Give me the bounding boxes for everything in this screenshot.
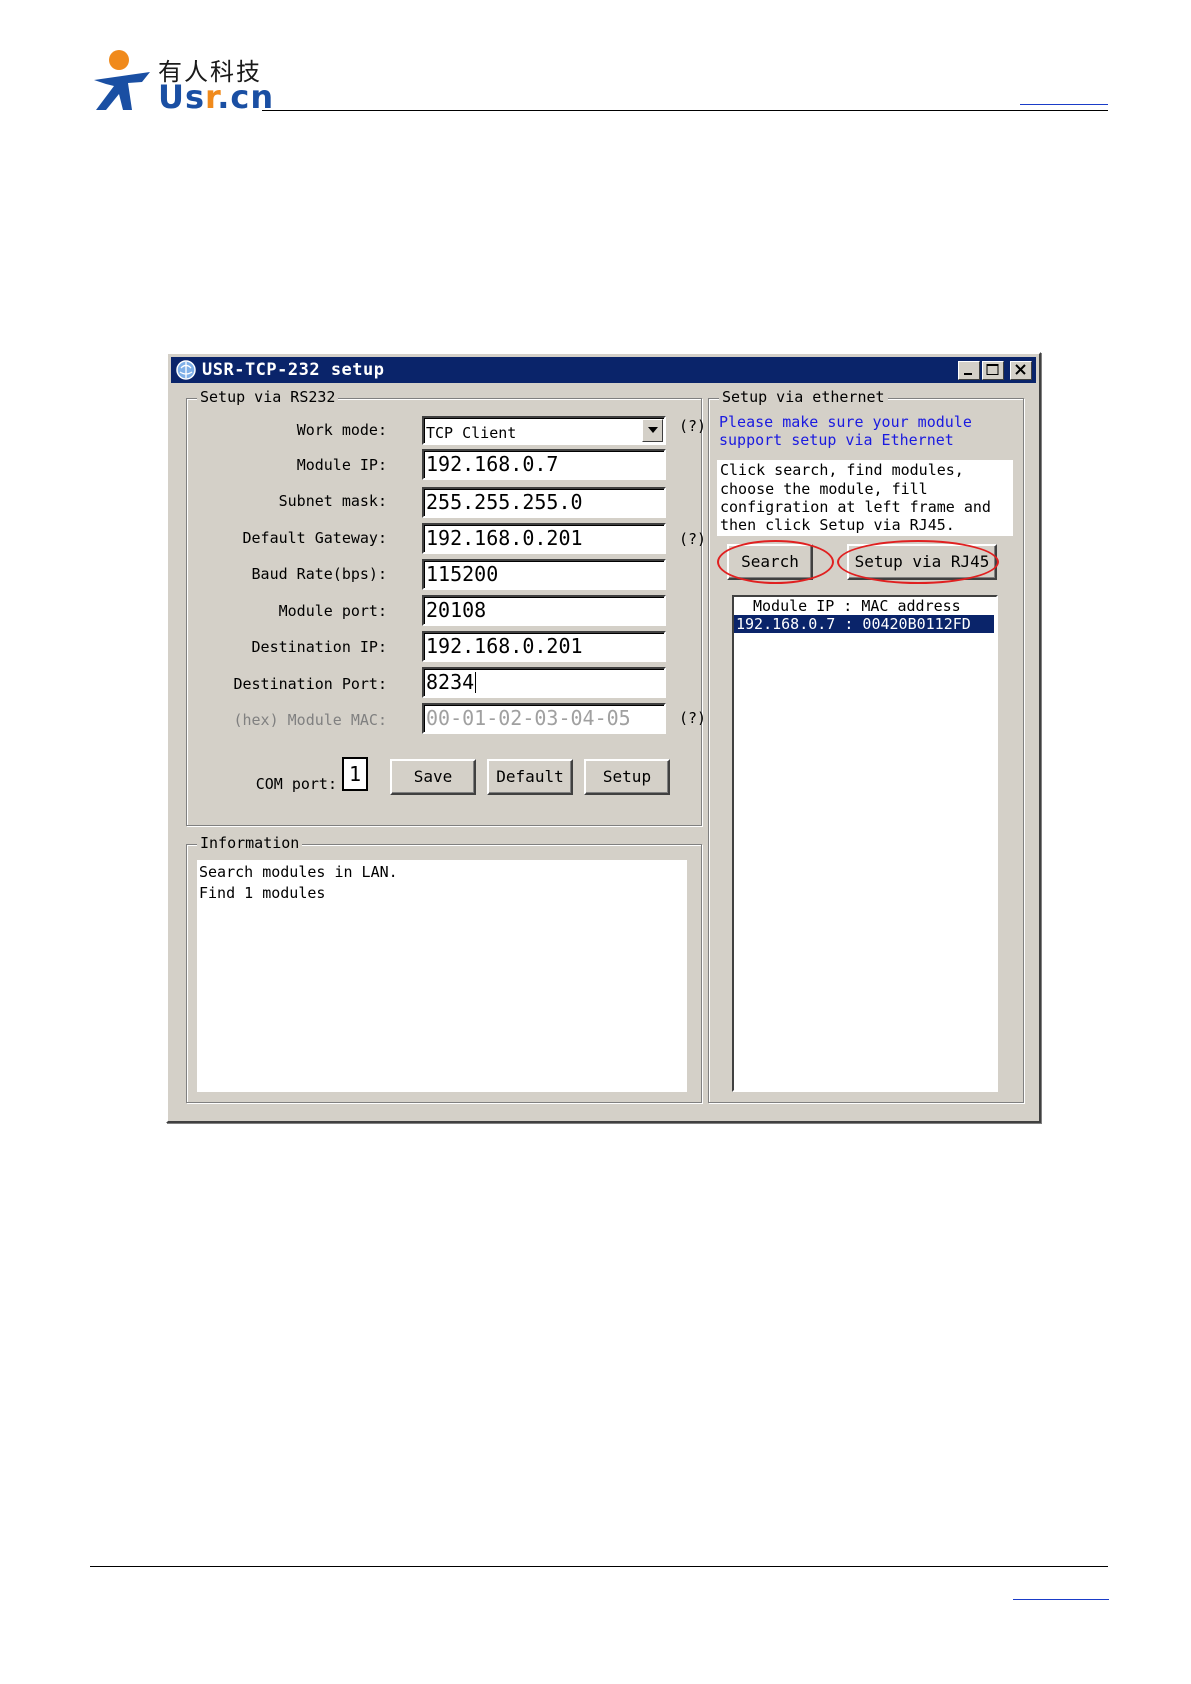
- mac-help[interactable]: (?): [679, 709, 706, 727]
- information-textarea[interactable]: Search modules in LAN. Find 1 modules: [197, 860, 687, 1092]
- information-group: Information Search modules in LAN. Find …: [186, 834, 702, 1103]
- default-gateway-field[interactable]: 192.168.0.201: [422, 523, 666, 554]
- module-list-row[interactable]: 192.168.0.7 : 00420B0112FD: [734, 615, 994, 633]
- maximize-icon: [986, 364, 999, 375]
- maximize-button[interactable]: [982, 361, 1004, 380]
- window-title: USR-TCP-232 setup: [202, 360, 385, 380]
- minimize-button[interactable]: [958, 361, 980, 380]
- ethernet-hint-line-2: choose the module, fill: [720, 480, 928, 498]
- setup-via-rj45-button[interactable]: Setup via RJ45: [847, 544, 997, 580]
- ethernet-group-label: Setup via ethernet: [719, 388, 888, 406]
- save-button[interactable]: Save: [390, 759, 476, 795]
- header-rule: [262, 110, 1108, 111]
- usr-logo-icon: [94, 50, 150, 110]
- module-ip-field[interactable]: 192.168.0.7: [422, 449, 666, 480]
- gateway-help[interactable]: (?): [679, 530, 706, 548]
- work-mode-select[interactable]: TCP Client: [422, 416, 666, 445]
- setup-button[interactable]: Setup: [584, 759, 670, 795]
- module-mac-field: 00-01-02-03-04-05: [422, 703, 666, 734]
- destination-ip-field[interactable]: 192.168.0.201: [422, 631, 666, 662]
- module-ip-label: Module IP:: [296, 456, 387, 474]
- baud-rate-field[interactable]: 115200: [422, 559, 666, 590]
- module-listbox[interactable]: Module IP : MAC address 192.168.0.7 : 00…: [732, 595, 998, 1092]
- work-mode-label: Work mode:: [296, 421, 387, 439]
- header-link-underline[interactable]: [1020, 104, 1108, 105]
- destination-port-value: 8234: [426, 670, 475, 694]
- brand-r: r: [205, 78, 218, 116]
- module-port-field[interactable]: 20108: [422, 595, 666, 626]
- text-caret: [475, 672, 477, 693]
- ethernet-hint-line-3: configration at left frame and: [720, 498, 991, 516]
- subnet-mask-field[interactable]: 255.255.255.0: [422, 487, 666, 518]
- destination-port-label: Destination Port:: [233, 675, 387, 693]
- close-icon: [1015, 364, 1026, 375]
- com-port-field[interactable]: 1: [342, 757, 368, 791]
- work-mode-dropdown-button[interactable]: [642, 419, 663, 442]
- ethernet-note-line-2: support setup via Ethernet: [719, 431, 954, 449]
- footer-rule: [90, 1566, 1108, 1567]
- subnet-mask-label: Subnet mask:: [278, 492, 387, 510]
- default-gateway-label: Default Gateway:: [242, 529, 388, 547]
- module-port-label: Module port:: [278, 602, 387, 620]
- chevron-down-icon: [648, 427, 658, 433]
- destination-port-field[interactable]: 8234: [422, 667, 666, 698]
- info-line-2: Find 1 modules: [199, 884, 326, 902]
- baud-rate-label: Baud Rate(bps):: [251, 565, 387, 583]
- information-group-label: Information: [197, 834, 303, 852]
- title-bar[interactable]: USR-TCP-232 setup: [171, 357, 1036, 383]
- ethernet-hint-box: Click search, find modules, choose the m…: [717, 460, 1013, 536]
- brand-domain: Usr.cn: [158, 78, 274, 116]
- app-globe-icon: [176, 360, 196, 380]
- rs232-group-label: Setup via RS232: [197, 388, 339, 406]
- module-list-header: Module IP : MAC address: [753, 597, 961, 615]
- ethernet-group: Setup via ethernet Please make sure your…: [708, 388, 1024, 1103]
- footer-link-underline[interactable]: [1013, 1599, 1109, 1600]
- close-button[interactable]: [1010, 361, 1032, 380]
- module-mac-label: (hex) Module MAC:: [233, 711, 387, 729]
- setup-dialog: USR-TCP-232 setup Setup via RS232 Work m…: [166, 352, 1041, 1123]
- default-button[interactable]: Default: [487, 759, 573, 795]
- info-line-1: Search modules in LAN.: [199, 863, 398, 881]
- work-mode-value: TCP Client: [426, 424, 517, 442]
- com-port-label: COM port:: [255, 775, 337, 793]
- destination-ip-label: Destination IP:: [251, 638, 387, 656]
- search-button[interactable]: Search: [727, 544, 813, 580]
- rs232-group: Setup via RS232 Work mode: TCP Client (?…: [186, 388, 706, 826]
- ethernet-hint-line-1: Click search, find modules,: [720, 461, 964, 479]
- work-mode-help[interactable]: (?): [679, 417, 706, 435]
- brand-us: Us: [158, 78, 206, 116]
- ethernet-note-line-1: Please make sure your module: [719, 413, 972, 431]
- ethernet-hint-line-4: then click Setup via RJ45.: [720, 516, 955, 534]
- minimize-icon: [964, 373, 972, 375]
